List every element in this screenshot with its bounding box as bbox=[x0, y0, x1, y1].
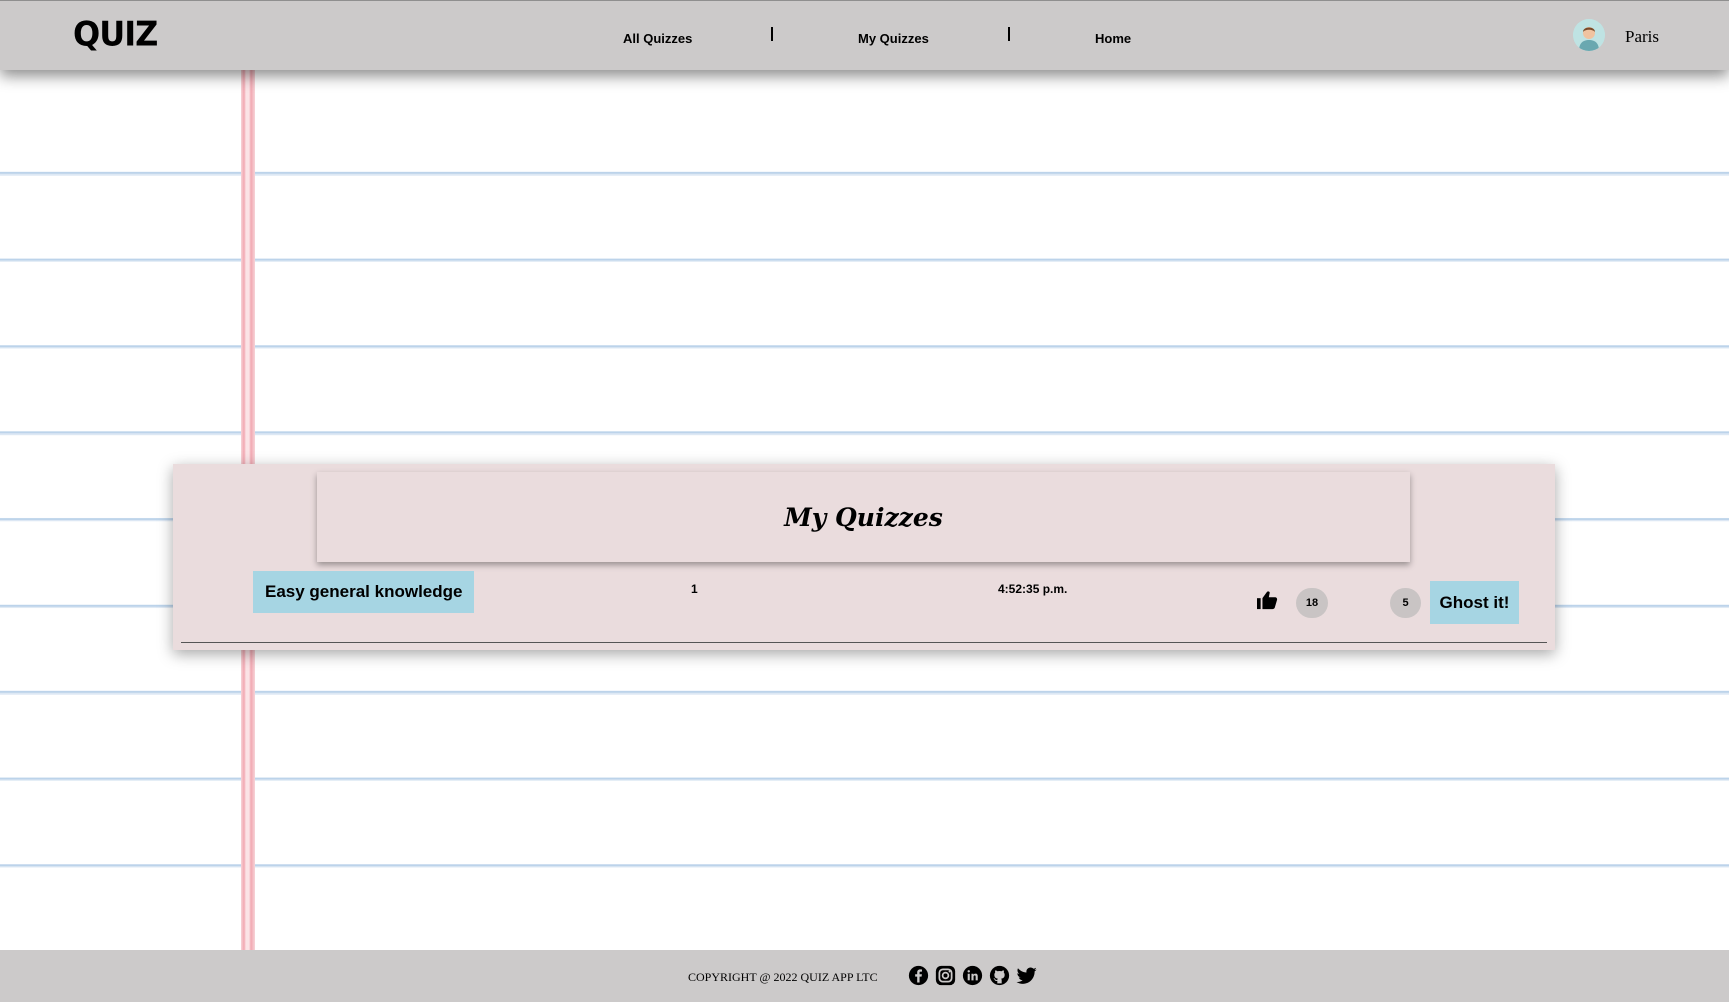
nav-my-quizzes[interactable]: My Quizzes bbox=[858, 31, 929, 46]
nav-all-quizzes[interactable]: All Quizzes bbox=[623, 31, 692, 46]
footer: COPYRIGHT @ 2022 QUIZ APP LTC bbox=[0, 950, 1729, 1002]
nav-separator bbox=[771, 27, 773, 41]
my-quizzes-card: My Quizzes Easy general knowledge 1 4:52… bbox=[173, 464, 1555, 650]
avatar-person-icon bbox=[1573, 19, 1605, 51]
user-avatar[interactable] bbox=[1573, 19, 1605, 51]
username-label[interactable]: Paris bbox=[1625, 27, 1659, 47]
instagram-icon[interactable] bbox=[935, 965, 956, 986]
row-divider bbox=[181, 642, 1547, 643]
quiz-number: 1 bbox=[691, 582, 698, 596]
ghost-it-button[interactable]: Ghost it! bbox=[1430, 581, 1519, 624]
nav-separator bbox=[1008, 27, 1010, 41]
copyright-text: COPYRIGHT @ 2022 QUIZ APP LTC bbox=[688, 970, 878, 984]
top-navbar: QUIZ All Quizzes My Quizzes Home Paris bbox=[0, 0, 1729, 70]
quiz-row: Easy general knowledge 1 4:52:35 p.m. 18… bbox=[173, 464, 1555, 650]
facebook-icon[interactable] bbox=[908, 965, 929, 986]
quiz-name-button[interactable]: Easy general knowledge bbox=[253, 571, 475, 613]
thumbs-up-icon[interactable] bbox=[1256, 590, 1278, 610]
quiz-count-badge: 5 bbox=[1390, 588, 1421, 618]
quiz-logo[interactable]: QUIZ bbox=[73, 14, 158, 54]
linkedin-icon[interactable] bbox=[962, 965, 983, 986]
quiz-time: 4:52:35 p.m. bbox=[998, 582, 1068, 596]
github-icon[interactable] bbox=[989, 965, 1010, 986]
nav-home[interactable]: Home bbox=[1095, 31, 1131, 46]
likes-count-badge: 18 bbox=[1296, 588, 1328, 618]
twitter-icon[interactable] bbox=[1016, 965, 1038, 986]
